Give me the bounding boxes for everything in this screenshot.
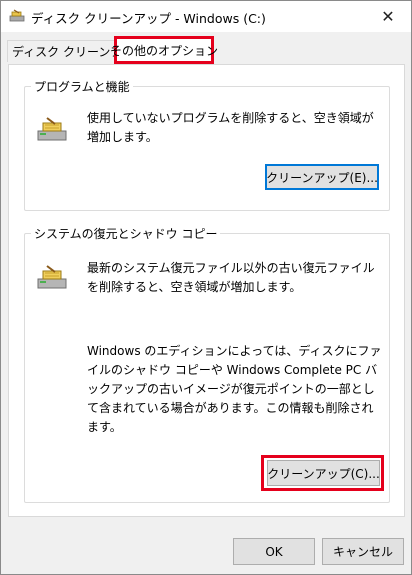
group-label: システムの復元とシャドウ コピー — [31, 225, 221, 242]
disk-cleanup-icon — [9, 9, 25, 22]
shadow-copy-description: Windows のエディションによっては、ディスクにファイルのシャドウ コピーや… — [87, 344, 382, 434]
programs-and-features-group: プログラムと機能 使用していないプログラムを削除すると、空き領域が増加します。 … — [24, 78, 390, 211]
window-title: ディスク クリーンアップ - Windows (C:) — [31, 11, 266, 26]
group-label: プログラムと機能 — [31, 78, 133, 95]
ok-button[interactable]: OK — [233, 538, 315, 565]
tab-panel-more-options: プログラムと機能 使用していないプログラムを削除すると、空き領域が増加します。 … — [8, 64, 405, 517]
system-restore-group: システムの復元とシャドウ コピー 最新のシステム復元ファイル以外の古い復元ファイ… — [24, 225, 390, 503]
tab-disk-cleanup[interactable]: ディスク クリーンアップ — [7, 40, 146, 62]
disk-cleanup-icon — [37, 265, 67, 289]
close-button[interactable]: ✕ — [365, 1, 411, 32]
programs-description: 使用していないプログラムを削除すると、空き領域が増加します。 — [87, 111, 374, 144]
tab-more-options[interactable]: その他のオプション — [110, 36, 218, 64]
cancel-button[interactable]: キャンセル — [322, 538, 404, 565]
disk-cleanup-dialog: ディスク クリーンアップ - Windows (C:) ✕ ディスク クリーンア… — [0, 0, 412, 575]
disk-cleanup-icon — [37, 117, 67, 141]
title-bar: ディスク クリーンアップ - Windows (C:) ✕ — [1, 1, 411, 32]
cleanup-restore-button[interactable]: クリーンアップ(C)... — [267, 460, 380, 486]
restore-description: 最新のシステム復元ファイル以外の古い復元ファイルを削除すると、空き領域が増加しま… — [87, 261, 375, 294]
close-icon: ✕ — [381, 7, 395, 26]
cleanup-programs-button[interactable]: クリーンアップ(E)... — [265, 164, 379, 190]
tab-label: その他のオプション — [110, 43, 219, 58]
tab-strip: ディスク クリーンアップ その他のオプション — [1, 32, 411, 66]
